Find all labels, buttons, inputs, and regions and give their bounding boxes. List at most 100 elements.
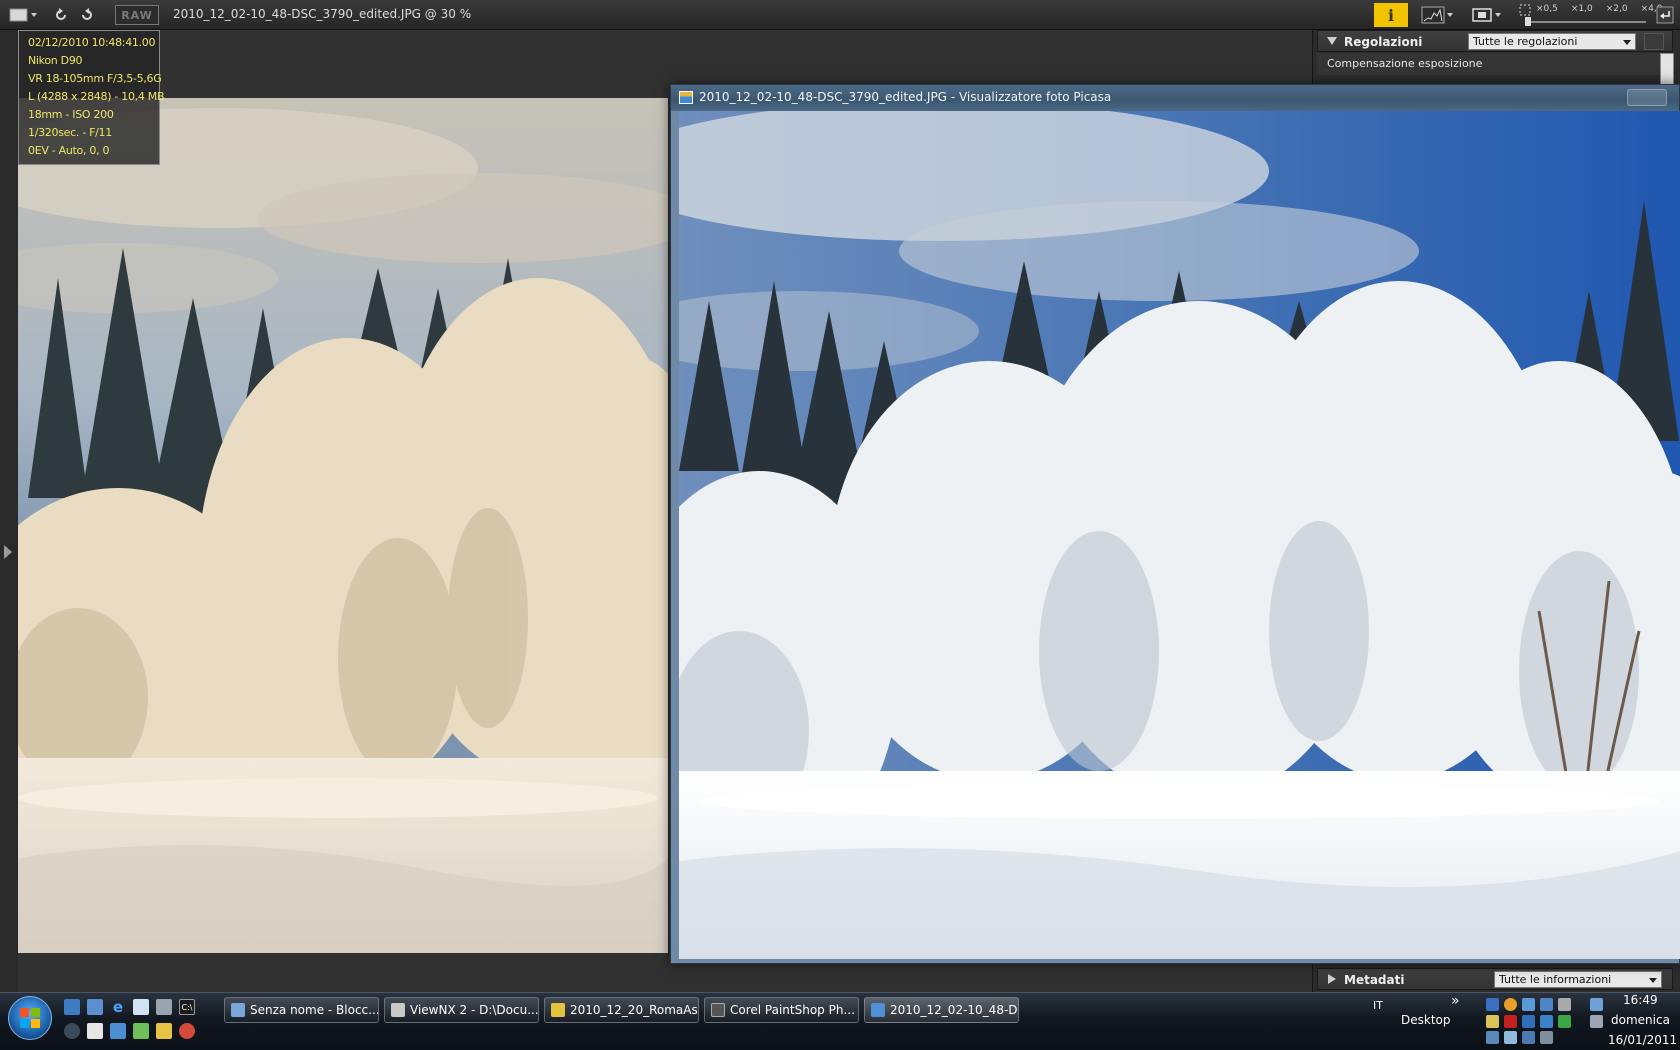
picasa-titlebar[interactable]: 2010_12_02-10_48-DSC_3790_edited.JPG - V… (671, 85, 1679, 111)
image-title: 2010_12_02-10_48-DSC_3790_edited.JPG @ 3… (173, 7, 472, 21)
tray-icon[interactable] (1540, 1031, 1553, 1044)
layout-icon (9, 8, 37, 22)
ati-tray-icon[interactable] (1504, 1015, 1517, 1028)
adjustments-header[interactable]: Regolazioni Tutte le regolazioni (1317, 30, 1673, 52)
desktop-toolbar-label[interactable]: Desktop (1401, 1013, 1451, 1027)
histogram-icon (1421, 6, 1453, 24)
picasa-window-title: 2010_12_02-10_48-DSC_3790_edited.JPG - V… (699, 90, 1112, 104)
start-button[interactable] (8, 996, 52, 1040)
volume-icon[interactable] (1590, 1015, 1603, 1028)
collapse-triangle-icon (1327, 37, 1337, 45)
tray-icon[interactable] (1486, 1031, 1499, 1044)
expand-triangle-icon (1328, 974, 1336, 984)
adjustments-title: Regolazioni (1344, 35, 1423, 49)
adjustments-scrollbar[interactable] (1660, 53, 1674, 87)
edited-photo[interactable] (679, 111, 1680, 959)
internet-explorer-icon[interactable]: e (110, 998, 126, 1016)
clock-day[interactable]: domenica (1611, 1013, 1670, 1027)
viewnx-app-icon (391, 1003, 405, 1017)
document-icon[interactable] (87, 1023, 103, 1039)
picasa-task-icon (871, 1003, 885, 1017)
layout-menu-button[interactable] (6, 4, 42, 26)
toolbar-chevron[interactable]: » (1451, 993, 1460, 1009)
winter-forest-photo-cool (679, 111, 1680, 959)
notepad-app-icon (231, 1003, 245, 1017)
task-notepad[interactable]: Senza nome - Blocc... (224, 997, 379, 1023)
zoom-level-label[interactable]: ×2,0 (1606, 4, 1628, 14)
fit-screen-button[interactable] (1470, 4, 1506, 26)
computer-icon[interactable] (133, 1023, 149, 1039)
command-prompt-icon[interactable]: C:\ (179, 999, 195, 1015)
task-label: ViewNX 2 - D:\Docu... (410, 1003, 539, 1017)
task-label: 2010_12_20_RomaAs... (570, 1003, 699, 1017)
tray-icon[interactable] (1504, 1031, 1517, 1044)
tray-icon[interactable] (1540, 998, 1553, 1011)
metadata-title: Metadati (1344, 973, 1405, 987)
return-icon (1656, 6, 1674, 24)
lock-icon[interactable] (64, 1023, 80, 1039)
panel-options-icon[interactable] (1644, 33, 1664, 50)
tray-icon[interactable] (1486, 998, 1499, 1011)
picasa-app-icon (679, 91, 693, 104)
tray-icon[interactable] (1558, 998, 1571, 1011)
return-button[interactable] (1654, 4, 1676, 26)
zoom-levels: ×0,5 ×1,0 ×2,0 ×4,0 (1536, 4, 1662, 14)
clock-time[interactable]: 16:49 (1623, 993, 1658, 1007)
network-icon[interactable] (110, 1023, 126, 1039)
language-indicator[interactable]: IT (1373, 999, 1383, 1012)
exif-line: L (4288 x 2848) - 10,4 MB (28, 90, 165, 103)
exposure-compensation-item[interactable]: Compensazione esposizione (1317, 53, 1673, 75)
exif-line: VR 18-105mm F/3,5-5,6G (28, 72, 162, 85)
zoom-slider-handle[interactable] (1525, 17, 1531, 26)
metadata-filter-select[interactable]: Tutte le informazioni (1494, 971, 1662, 988)
raw-button[interactable]: RAW (115, 5, 159, 25)
adjustments-filter-select[interactable]: Tutte le regolazioni (1468, 33, 1636, 50)
folder-icon[interactable] (156, 1023, 172, 1039)
info-button[interactable]: i (1374, 3, 1408, 27)
tray-icon[interactable] (1522, 1031, 1535, 1044)
zoom-full-button[interactable] (1516, 3, 1534, 17)
exif-line: 0EV - Auto, 0, 0 (28, 144, 110, 157)
rotate-left-button[interactable] (50, 4, 72, 26)
zoom-full-icon (1519, 4, 1531, 16)
task-viewnx[interactable]: ViewNX 2 - D:\Docu... (384, 997, 539, 1023)
task-picasa[interactable]: 2010_12_02-10_48-D... (864, 997, 1019, 1023)
calculator-icon[interactable] (156, 999, 172, 1015)
task-paintshop[interactable]: Corel PaintShop Ph... (704, 997, 859, 1023)
titlebar-button-area[interactable] (1627, 89, 1667, 106)
left-panel-toggle-strip[interactable] (0, 30, 18, 992)
switch-windows-icon[interactable] (87, 999, 103, 1015)
task-label: 2010_12_02-10_48-D... (890, 1003, 1019, 1017)
task-folder[interactable]: 2010_12_20_RomaAs... (544, 997, 699, 1023)
rotate-right-button[interactable] (76, 4, 98, 26)
tray-icon[interactable] (1540, 1015, 1553, 1028)
expand-arrow-icon (4, 545, 12, 559)
metadata-header[interactable]: Metadati Tutte le informazioni (1317, 968, 1673, 990)
task-label: Corel PaintShop Ph... (730, 1003, 855, 1017)
picasa-viewer-window: 2010_12_02-10_48-DSC_3790_edited.JPG - V… (670, 84, 1680, 964)
exif-info-overlay: 02/12/2010 10:48:41.00 Nikon D90 VR 18-1… (18, 30, 165, 165)
paintshop-app-icon (711, 1003, 725, 1017)
tray-icon[interactable] (1522, 1015, 1535, 1028)
tray-icon[interactable] (1504, 998, 1517, 1011)
tray-icon[interactable] (1486, 1015, 1499, 1028)
zoom-slider-track[interactable] (1526, 21, 1646, 23)
exif-line: 18mm - ISO 200 (28, 108, 114, 121)
show-desktop-icon[interactable] (64, 999, 80, 1015)
histogram-button[interactable] (1420, 4, 1456, 26)
tray-icon[interactable] (1558, 1015, 1571, 1028)
tray-icon[interactable] (1590, 998, 1603, 1011)
zoom-level-label[interactable]: ×1,0 (1571, 4, 1593, 14)
media-icon[interactable] (179, 1023, 195, 1039)
tray-icon[interactable] (1522, 998, 1535, 1011)
original-photo[interactable] (18, 98, 668, 953)
rotate-left-icon (56, 8, 66, 20)
clock-date[interactable]: 16/01/2011 (1608, 1033, 1677, 1047)
exif-line: 02/12/2010 10:48:41.00 (28, 36, 156, 49)
task-label: Senza nome - Blocc... (250, 1003, 379, 1017)
zoom-level-label[interactable]: ×0,5 (1536, 4, 1558, 14)
notepad-icon[interactable] (133, 999, 149, 1015)
exif-line: Nikon D90 (28, 54, 83, 67)
winter-forest-photo-warm (18, 98, 668, 953)
rotate-right-icon (82, 8, 92, 20)
